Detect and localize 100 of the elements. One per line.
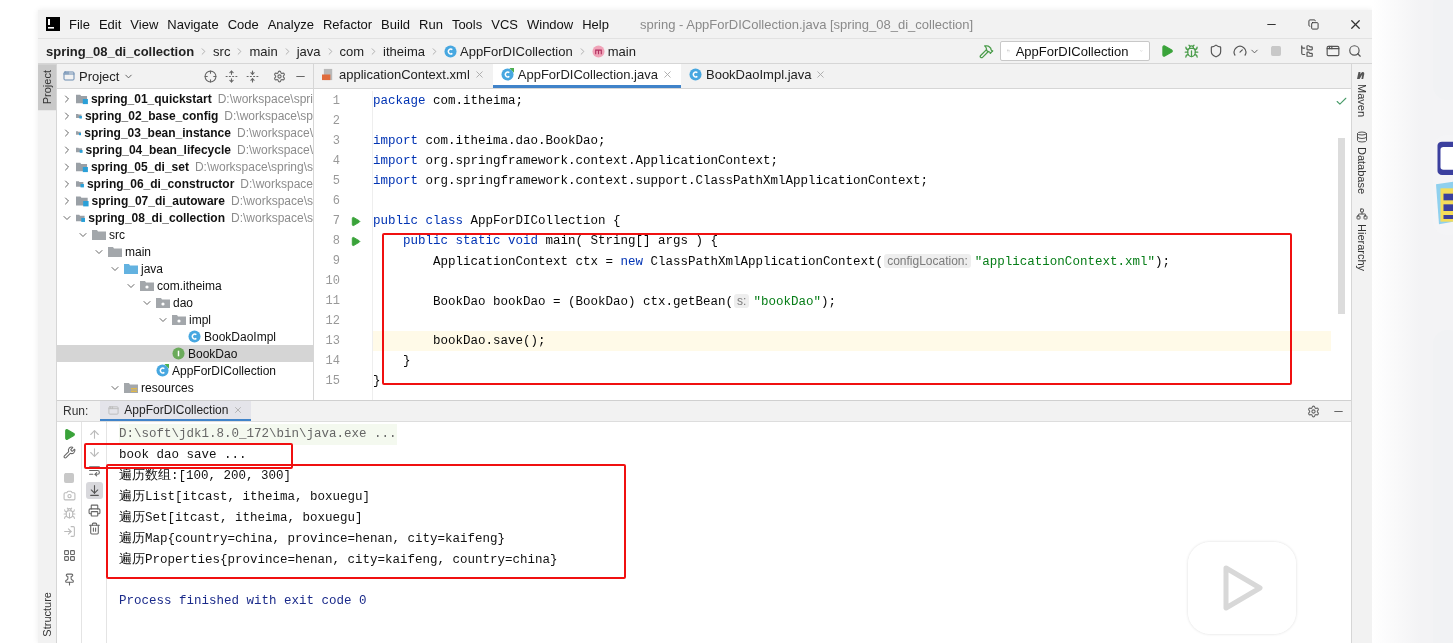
breadcrumb[interactable]: itheima	[383, 43, 425, 59]
breadcrumb[interactable]: AppForDICollection	[444, 43, 573, 59]
scrollbar[interactable]	[1337, 138, 1345, 314]
tree-item-label[interactable]: spring_03_bean_instance	[84, 125, 231, 140]
editor-tab[interactable]: BookDaoImpl.java	[681, 64, 835, 88]
tree-row[interactable]: spring_08_di_collection D:\workspace\s	[57, 209, 313, 226]
tree-row[interactable]: src	[57, 226, 313, 243]
tree-item-label[interactable]: AppForDICollection	[172, 363, 277, 378]
breadcrumb[interactable]: src	[213, 43, 231, 59]
tree-item-label[interactable]: com.itheima	[157, 278, 222, 293]
breadcrumb[interactable]: spring_08_di_collection	[46, 43, 195, 59]
layout-icon[interactable]	[62, 549, 76, 562]
tree-row[interactable]: spring_04_bean_lifecycle D:\workspace\	[57, 141, 313, 158]
tree-row[interactable]: BookDao	[57, 345, 313, 362]
tree-item-label[interactable]: spring_08_di_collection	[88, 210, 225, 225]
tree-item-label[interactable]: dao	[173, 295, 194, 310]
up-arrow-icon[interactable]	[87, 428, 101, 441]
settings-icon[interactable]	[1307, 404, 1320, 418]
collapse-all-icon[interactable]	[246, 69, 259, 83]
tree-row[interactable]: java	[57, 260, 313, 277]
menu-item[interactable]: File	[69, 16, 90, 32]
settings-icon[interactable]	[273, 69, 286, 83]
tool-window-tab[interactable]: Hierarchy	[1352, 208, 1372, 272]
tree-row[interactable]: spring_03_bean_instance D:\workspace\	[57, 124, 313, 141]
tree-row[interactable]: main	[57, 243, 313, 260]
print-icon[interactable]	[87, 504, 101, 517]
tree-item-label[interactable]: java	[141, 261, 163, 276]
line-number: 12	[324, 314, 340, 328]
tree-item-label[interactable]: spring_04_bean_lifecycle	[85, 142, 231, 157]
tree-row[interactable]: spring_07_di_autoware D:\workspace\s	[57, 192, 313, 209]
soft-wrap-icon[interactable]	[87, 464, 101, 477]
tree-row[interactable]: BookDaoImpl	[57, 328, 313, 345]
tree-item-label[interactable]: spring_05_di_set	[90, 159, 189, 174]
tree-item-label[interactable]: spring_02_base_config	[84, 108, 219, 123]
console-line: 遍历Map{country=china, province=henan, city=kaifeng}	[119, 530, 506, 548]
tree-row[interactable]: impl	[57, 311, 313, 328]
package-icon	[140, 279, 154, 292]
tree-row[interactable]: spring_02_base_config D:\workspace\sp	[57, 107, 313, 124]
code-line: }	[402, 353, 412, 370]
breadcrumb[interactable]: main	[591, 43, 636, 59]
console-line: 遍历List[itcast, itheima, boxuegu]	[119, 488, 371, 506]
tree-item-label[interactable]: main	[125, 244, 151, 259]
tree-row[interactable]: resources	[57, 379, 313, 396]
tree-row[interactable]: AppForDICollection	[57, 362, 313, 379]
menu-item[interactable]: Code	[227, 16, 259, 32]
line-number: 7	[331, 214, 340, 228]
tree-row[interactable]: com.itheima	[57, 277, 313, 294]
build-icon[interactable]	[979, 43, 994, 59]
exit-icon[interactable]	[62, 525, 76, 538]
tool-window-tab[interactable]: Maven	[1352, 70, 1372, 118]
tree-item-label[interactable]: resources	[141, 380, 194, 395]
menu-item[interactable]: VCS	[491, 16, 518, 32]
wrench-icon[interactable]	[62, 446, 76, 459]
menu-item[interactable]: Edit	[98, 16, 122, 32]
class-icon	[689, 68, 702, 81]
down-arrow-icon[interactable]	[87, 446, 101, 459]
bug-icon[interactable]	[62, 507, 76, 520]
rerun-icon[interactable]	[62, 428, 76, 441]
menu-item[interactable]: Tools	[451, 16, 483, 32]
run-label: Run:	[63, 404, 89, 418]
menu-item[interactable]: View	[130, 16, 159, 32]
menu-item[interactable]: Analyze	[267, 16, 314, 32]
tool-window-tab[interactable]: Project	[38, 64, 56, 111]
tree-item-label[interactable]: spring_07_di_autoware	[91, 193, 225, 208]
menu-item[interactable]: Refactor	[322, 16, 373, 32]
trash-icon[interactable]	[87, 522, 101, 535]
breadcrumb[interactable]: main	[249, 43, 278, 59]
module-path: D:\workspace\s	[230, 193, 313, 208]
camera-icon[interactable]	[62, 489, 76, 502]
tree-item-label[interactable]: spring_01_quickstart	[90, 91, 212, 106]
menu-item[interactable]: Build	[381, 16, 410, 32]
code-line: package com.itheima;	[373, 93, 525, 110]
run-gutter-icon[interactable]	[350, 215, 361, 227]
editor-tab[interactable]: applicationContext.xml	[314, 64, 493, 88]
menu-item[interactable]: Navigate	[167, 16, 219, 32]
tree-item-label[interactable]: BookDao	[188, 346, 238, 361]
tree-item-label[interactable]: spring_06_di_constructor	[86, 176, 235, 191]
pin-icon[interactable]	[62, 573, 76, 586]
tree-row[interactable]: spring_05_di_set D:\workspace\spring\s	[57, 158, 313, 175]
tool-window-tab[interactable]: Database	[1352, 131, 1372, 195]
tree-item-label[interactable]: impl	[189, 312, 211, 327]
tree-item-label[interactable]: BookDaoImpl	[204, 329, 277, 344]
stop-icon[interactable]	[63, 472, 75, 484]
locate-icon[interactable]	[204, 69, 217, 83]
restore-icon[interactable]	[1308, 18, 1319, 30]
menu-item[interactable]: Window	[526, 16, 574, 32]
tool-window-tab[interactable]: Structure	[38, 586, 56, 643]
breadcrumb[interactable]: com	[339, 43, 365, 59]
project-view-dropdown[interactable]: Project	[63, 68, 135, 84]
menu-item[interactable]: Help	[582, 16, 609, 32]
tree-row[interactable]: dao	[57, 294, 313, 311]
editor-tab[interactable]: AppForDICollection.java	[492, 64, 681, 88]
menu-item[interactable]: Run	[419, 16, 443, 32]
expand-all-icon[interactable]	[225, 69, 238, 83]
tree-row[interactable]: spring_01_quickstart D:\workspace\spri	[57, 90, 313, 107]
run-gutter-icon[interactable]	[350, 235, 361, 247]
tree-row[interactable]: spring_06_di_constructor D:\workspace	[57, 175, 313, 192]
breadcrumb[interactable]: java	[296, 43, 321, 59]
tree-item-label[interactable]: src	[109, 227, 125, 242]
module-path: D:\workspace\	[236, 142, 313, 157]
